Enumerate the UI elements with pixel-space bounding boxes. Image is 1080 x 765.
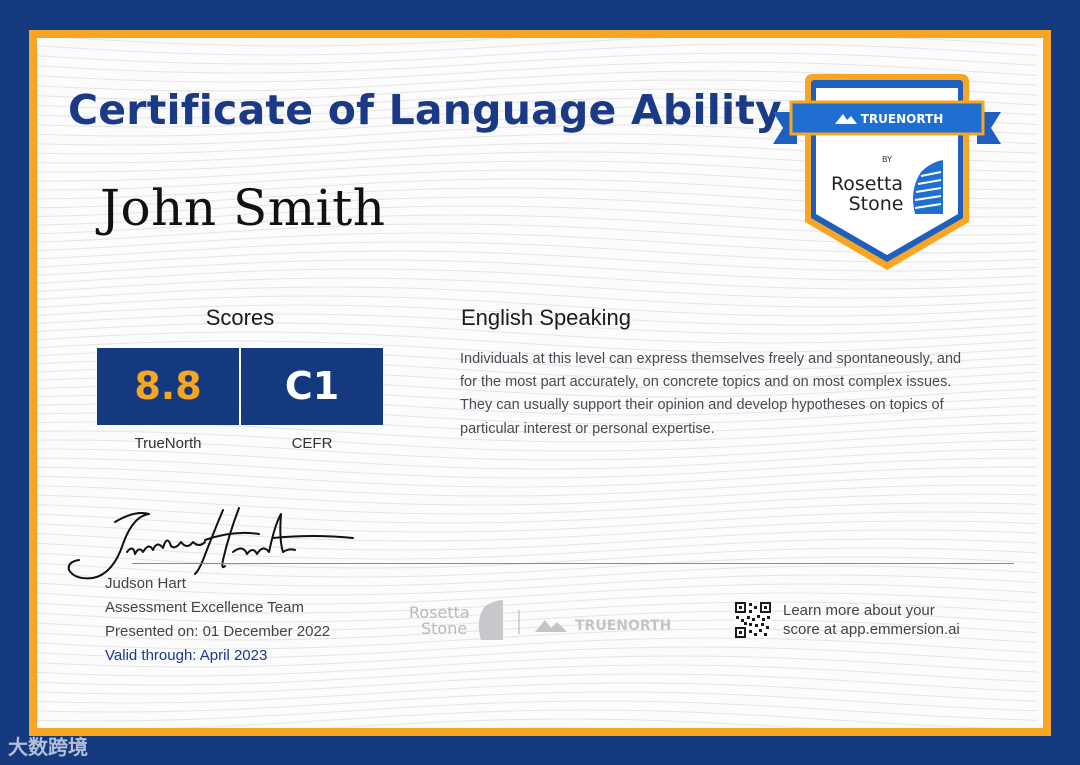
presented-date: Presented on: 01 December 2022 xyxy=(105,623,331,640)
truenorth-score: 8.8 xyxy=(97,348,239,425)
badge-top-brand: TRUENORTH xyxy=(861,112,944,126)
footer-logos: Rosetta Stone TRUENORTH xyxy=(409,600,671,640)
skill-title: English Speaking xyxy=(461,305,632,330)
learn-more-link[interactable]: score at app.emmersion.ai xyxy=(783,621,960,640)
footer-truenorth-logo: TRUENORTH xyxy=(575,618,671,634)
skill-description: Individuals at this level can express th… xyxy=(460,351,962,437)
qr-code-icon[interactable] xyxy=(735,602,771,638)
footer-rosetta-line2: Stone xyxy=(421,619,467,638)
badge-brand-line2: Stone xyxy=(849,193,904,215)
badge-by: BY xyxy=(882,155,892,164)
signatory-name: Judson Hart xyxy=(105,575,186,592)
signatory-block: Judson Hart Assessment Excellence Team P… xyxy=(105,572,330,668)
truenorth-rosetta-badge: TRUENORTH BY Rosetta Stone xyxy=(773,74,1001,270)
footer-truenorth-icon xyxy=(535,620,567,632)
learn-more-text: Learn more about your score at app.emmer… xyxy=(783,602,960,639)
watermark: 大数跨境 xyxy=(8,735,88,759)
signatory-team: Assessment Excellence Team xyxy=(105,599,304,616)
truenorth-score-label: TrueNorth xyxy=(134,435,202,452)
signature-divider xyxy=(132,563,1014,564)
recipient-name: John Smith xyxy=(100,179,386,237)
footer-rosetta-icon xyxy=(478,600,503,640)
cefr-score: C1 xyxy=(241,348,383,425)
scores-heading: Scores xyxy=(205,305,275,330)
certificate-title: Certificate of Language Ability xyxy=(68,86,782,134)
certificate-paper: Certificate of Language Ability John Smi… xyxy=(37,38,1043,728)
learn-more-line1: Learn more about your xyxy=(783,602,935,619)
cefr-score-label: CEFR xyxy=(291,435,333,452)
badge-brand-line1: Rosetta xyxy=(831,173,903,195)
valid-through-date: Valid through: April 2023 xyxy=(105,647,268,664)
